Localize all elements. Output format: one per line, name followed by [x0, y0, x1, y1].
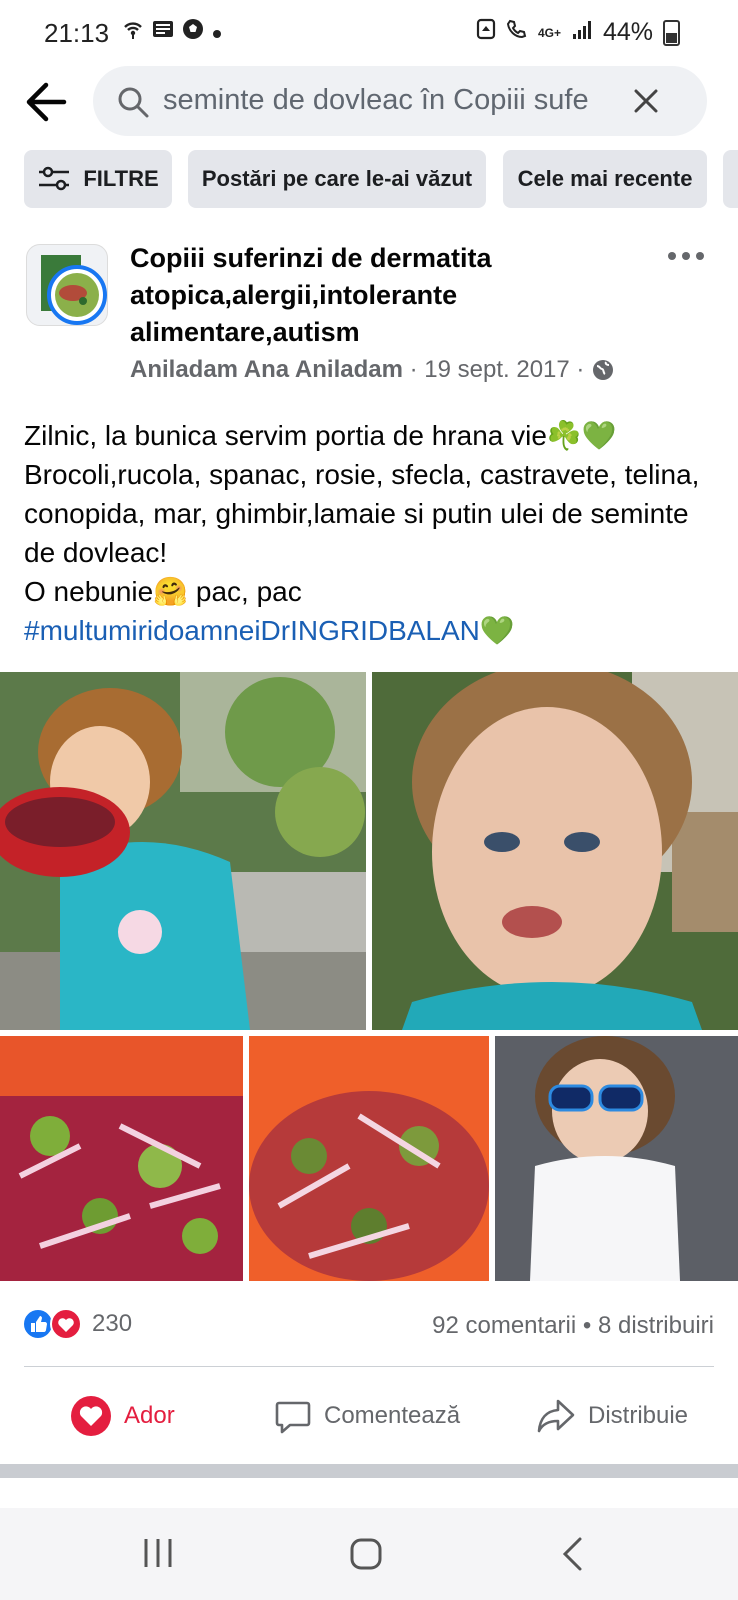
news-icon: [152, 19, 174, 45]
home-icon: [350, 1538, 382, 1570]
reactions-count: 230: [92, 1310, 133, 1337]
status-system-icons: 4G+ 44%: [476, 18, 680, 47]
chip-most-recent[interactable]: Cele mai recente: [503, 150, 707, 208]
hashtag-link[interactable]: #multumiridoamneiDrINGRIDBALAN: [24, 615, 480, 646]
shares-count[interactable]: 8 distribuiri: [598, 1312, 714, 1339]
chip-next-partial[interactable]: [723, 150, 738, 208]
post-text-line-3: O nebunie🤗 pac, pac: [24, 576, 302, 607]
reactions-summary[interactable]: 230: [22, 1308, 132, 1340]
soccer-icon: [182, 18, 204, 46]
photo-child-face[interactable]: [372, 672, 738, 1030]
feed-separator: [0, 1464, 738, 1478]
hotspot-icon: [122, 18, 144, 46]
system-nav-bar: [0, 1508, 738, 1600]
engagement-counts: 92 comentarii • 8 distribuiri: [432, 1312, 714, 1339]
chevron-left-icon: [562, 1537, 582, 1571]
chip-seen-posts[interactable]: Postări pe care le-ai văzut: [188, 150, 486, 208]
share-icon: [537, 1399, 575, 1433]
post-text: Zilnic, la bunica servim portia de hrana…: [24, 416, 724, 650]
hashtag-line: #multumiridoamneiDrINGRIDBALAN💚: [24, 611, 724, 650]
battery-icon: [663, 19, 680, 46]
post-text-line-1: Zilnic, la bunica servim portia de hrana…: [24, 420, 617, 451]
status-notification-icons: [122, 18, 222, 46]
status-bar: 21:13 4G+ 44%: [0, 0, 738, 66]
comment-icon: [275, 1401, 311, 1434]
filter-button[interactable]: FILTRE: [24, 150, 172, 208]
post-date[interactable]: 19 sept. 2017: [424, 356, 569, 384]
signal-icon: [571, 18, 593, 47]
search-icon: [115, 84, 151, 120]
comment-label: Comentează: [324, 1402, 461, 1429]
photo-child-eating[interactable]: [0, 672, 366, 1030]
love-button[interactable]: Ador: [70, 1386, 175, 1446]
arrow-left-icon: [26, 82, 67, 122]
love-label: Ador: [124, 1402, 175, 1429]
recent-apps-button[interactable]: [140, 1536, 176, 1575]
group-name[interactable]: Copiii suferinzi de dermatita atopica,al…: [130, 240, 630, 351]
system-back-button[interactable]: [560, 1536, 586, 1577]
photo-salad-1[interactable]: [0, 1036, 243, 1281]
author-name[interactable]: Aniladam Ana Aniladam: [130, 356, 403, 384]
comments-count[interactable]: 92 comentarii: [432, 1312, 576, 1339]
green-heart-icon: 💚: [581, 420, 617, 451]
chip-seen-posts-label: Postări pe care le-ai văzut: [201, 166, 473, 191]
post-meta: Aniladam Ana Aniladam · 19 sept. 2017 ·: [130, 356, 615, 384]
globe-icon: [593, 360, 614, 380]
share-button[interactable]: Distribuie: [536, 1386, 688, 1446]
clear-search-icon[interactable]: [631, 86, 661, 116]
love-icon: [71, 1396, 111, 1436]
hugging-face-icon: 🤗: [153, 576, 189, 607]
share-label: Distribuie: [588, 1402, 689, 1429]
battery-percent: 44%: [602, 18, 653, 46]
network-type: 4G+: [537, 25, 561, 40]
green-heart-icon: 💚: [479, 615, 515, 646]
group-avatar[interactable]: [26, 244, 108, 326]
home-button[interactable]: [348, 1536, 384, 1577]
sliders-icon: [39, 166, 70, 191]
recycle-icon: [476, 18, 496, 47]
search-input[interactable]: seminte de dovleac în Copiii suf⁠e: [163, 84, 613, 117]
divider: [24, 1366, 714, 1367]
like-love-reactions-icon: [22, 1308, 82, 1340]
post-text-line-2: Brocoli,rucola, spanac, rosie, sfecla, c…: [24, 459, 700, 568]
comment-button[interactable]: Comentează: [274, 1386, 460, 1446]
search-field[interactable]: seminte de dovleac în Copiii suf⁠e: [93, 66, 707, 136]
more-options-icon[interactable]: [666, 244, 706, 268]
status-time: 21:13: [44, 18, 110, 48]
call-icon: [506, 18, 528, 47]
dot-icon: [212, 19, 222, 45]
filter-label: FILTRE: [83, 166, 159, 191]
chip-most-recent-label: Cele mai recente: [517, 166, 693, 191]
photo-salad-2[interactable]: [249, 1036, 489, 1281]
recent-apps-icon: [144, 1539, 172, 1567]
photo-child-sunglasses[interactable]: [495, 1036, 738, 1281]
back-button[interactable]: [22, 76, 74, 128]
clover-icon: ☘️: [546, 420, 582, 451]
